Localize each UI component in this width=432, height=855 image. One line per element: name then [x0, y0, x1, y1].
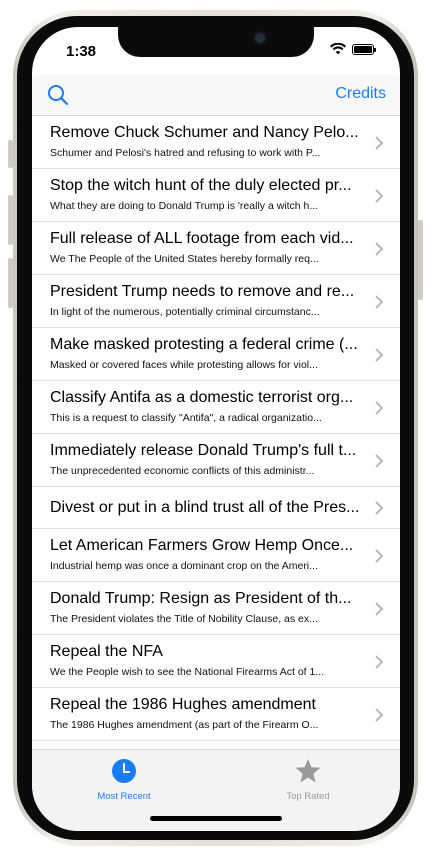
petition-title: Make masked protesting a federal crime (…: [50, 336, 358, 353]
petition-title: Stop the witch hunt of the duly elected …: [50, 177, 352, 194]
status-icons: [330, 43, 376, 55]
tab-label: Top Rated: [286, 791, 330, 802]
tab-top-rated[interactable]: Top Rated: [258, 758, 358, 802]
petition-title: Donald Trump: Resign as President of th.…: [50, 590, 352, 607]
petition-title: Let American Farmers Grow Hemp Once...: [50, 537, 354, 554]
chevron-right-icon: [375, 708, 384, 722]
phone-side-button: [8, 140, 13, 168]
list-item[interactable]: Donald Trump: Resign as President of th.…: [32, 582, 400, 635]
petition-subtitle: In light of the numerous, potentially cr…: [50, 306, 320, 318]
notch: [118, 27, 314, 57]
petition-title: Classify Antifa as a domestic terrorist …: [50, 389, 354, 406]
chevron-right-icon: [375, 136, 384, 150]
petition-title: Remove Chuck Schumer and Nancy Pelo...: [50, 124, 359, 141]
petition-title: Full release of ALL footage from each vi…: [50, 230, 354, 247]
navigation-bar: Credits: [32, 75, 400, 116]
chevron-right-icon: [375, 348, 384, 362]
petition-title: Immediately release Donald Trump's full …: [50, 442, 357, 459]
petition-subtitle: The unprecedented economic conflicts of …: [50, 465, 315, 477]
tab-label: Most Recent: [97, 791, 151, 802]
list-item[interactable]: Immediately release Donald Trump's full …: [32, 434, 400, 487]
list-item[interactable]: Divest or put in a blind trust all of th…: [32, 487, 400, 529]
screen: 1:38 Credits Remove Chuck Schumer and Na…: [32, 27, 400, 831]
search-icon[interactable]: [46, 83, 70, 107]
list-item[interactable]: Stop the witch hunt of the duly elected …: [32, 169, 400, 222]
petition-title: Repeal the 1986 Hughes amendment: [50, 696, 316, 713]
credits-button[interactable]: Credits: [335, 85, 386, 103]
phone-volume-up-button: [8, 195, 13, 245]
list-item[interactable]: Full release of ALL footage from each vi…: [32, 222, 400, 275]
chevron-right-icon: [375, 454, 384, 468]
petition-subtitle: The 1986 Hughes amendment (as part of th…: [50, 719, 319, 731]
list-item[interactable]: Repeal the 1986 Hughes amendment The 198…: [32, 688, 400, 741]
petition-subtitle: Industrial hemp was once a dominant crop…: [50, 560, 318, 572]
list-item[interactable]: Repeal the NFA We the People wish to see…: [32, 635, 400, 688]
chevron-right-icon: [375, 242, 384, 256]
petition-list: Remove Chuck Schumer and Nancy Pelo... S…: [32, 116, 400, 741]
status-time: 1:38: [66, 43, 97, 60]
petition-subtitle: We The People of the United States hereb…: [50, 253, 319, 265]
petition-title: Repeal the NFA: [50, 643, 163, 660]
list-item[interactable]: Let American Farmers Grow Hemp Once... I…: [32, 529, 400, 582]
list-item[interactable]: Remove Chuck Schumer and Nancy Pelo... S…: [32, 116, 400, 169]
phone-volume-down-button: [8, 258, 13, 308]
petition-subtitle: What they are doing to Donald Trump is '…: [50, 200, 319, 212]
petition-subtitle: This is a request to classify "Antifa", …: [50, 412, 322, 424]
chevron-right-icon: [375, 602, 384, 616]
chevron-right-icon: [375, 501, 384, 515]
chevron-right-icon: [375, 549, 384, 563]
chevron-right-icon: [375, 295, 384, 309]
star-icon: [295, 759, 321, 783]
home-indicator: [150, 816, 282, 821]
petition-title: President Trump needs to remove and re..…: [50, 283, 355, 300]
phone-power-button: [418, 220, 423, 300]
camera-icon: [255, 33, 265, 43]
chevron-right-icon: [375, 655, 384, 669]
list-item[interactable]: Make masked protesting a federal crime (…: [32, 328, 400, 381]
chevron-right-icon: [375, 401, 384, 415]
petition-subtitle: The President violates the Title of Nobi…: [50, 613, 318, 625]
wifi-icon: [330, 43, 346, 55]
chevron-right-icon: [375, 189, 384, 203]
clock-icon: [112, 759, 136, 783]
list-item[interactable]: Classify Antifa as a domestic terrorist …: [32, 381, 400, 434]
list-item[interactable]: President Trump needs to remove and re..…: [32, 275, 400, 328]
petition-subtitle: Masked or covered faces while protesting…: [50, 359, 318, 371]
petition-subtitle: Schumer and Pelosi's hatred and refusing…: [50, 147, 321, 159]
tab-most-recent[interactable]: Most Recent: [74, 758, 174, 802]
battery-icon: [352, 43, 376, 55]
petition-subtitle: We the People wish to see the National F…: [50, 666, 325, 678]
petition-title: Divest or put in a blind trust all of th…: [50, 499, 360, 516]
